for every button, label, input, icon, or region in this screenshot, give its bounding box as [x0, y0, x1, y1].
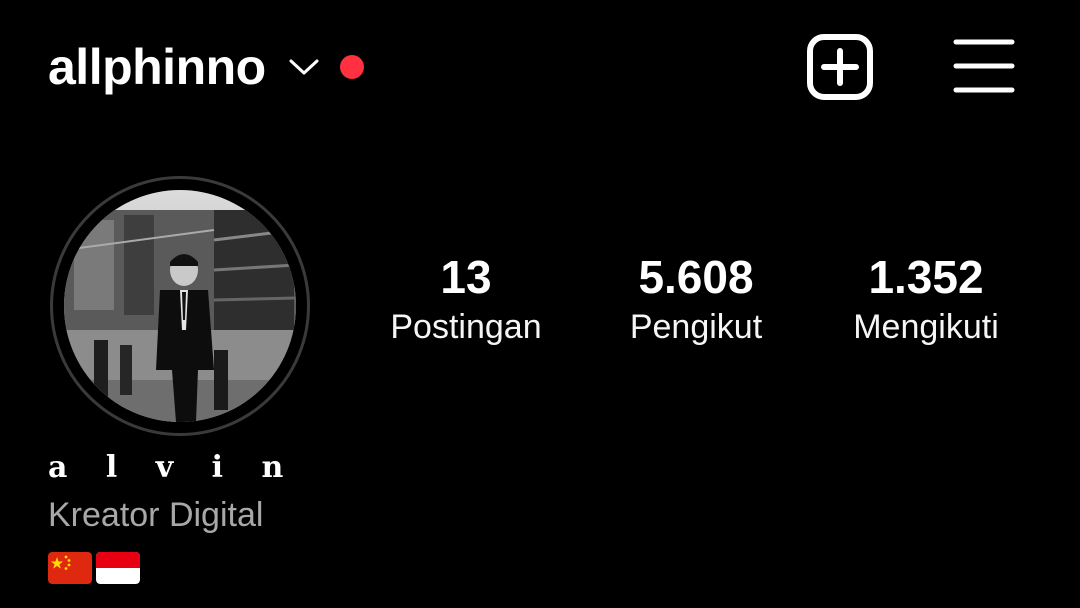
stat-value: 1.352 [868, 251, 984, 303]
hamburger-menu-icon[interactable] [952, 36, 1016, 96]
stat-following[interactable]: 1.352 Mengikuti [816, 250, 1036, 348]
stat-value: 5.608 [638, 251, 754, 303]
indonesia-flag-icon [96, 552, 140, 584]
plus-square-icon[interactable] [805, 32, 875, 102]
profile-category: Kreator Digital [48, 496, 264, 534]
avatar-ring[interactable] [50, 176, 310, 436]
top-bar: allphinno [0, 0, 1080, 130]
stat-followers[interactable]: 5.608 Pengikut [586, 250, 806, 348]
china-flag-icon [48, 552, 92, 584]
bio-flags [48, 552, 140, 584]
stat-value: 13 [440, 251, 492, 303]
display-name: a l v i n [48, 450, 298, 485]
notification-dot-icon [339, 55, 364, 79]
profile-stats: 13 Postingan 5.608 Pengikut 1.352 Mengik… [350, 250, 1050, 370]
account-switcher[interactable]: allphinno [48, 34, 364, 100]
avatar[interactable] [64, 190, 296, 422]
stat-label: Postingan [390, 308, 542, 347]
chevron-down-icon [289, 59, 319, 75]
stat-label: Mengikuti [853, 308, 999, 347]
username: allphinno [48, 39, 266, 95]
profile-photo [64, 190, 296, 422]
stat-label: Pengikut [629, 308, 763, 347]
stat-posts[interactable]: 13 Postingan [356, 250, 576, 348]
